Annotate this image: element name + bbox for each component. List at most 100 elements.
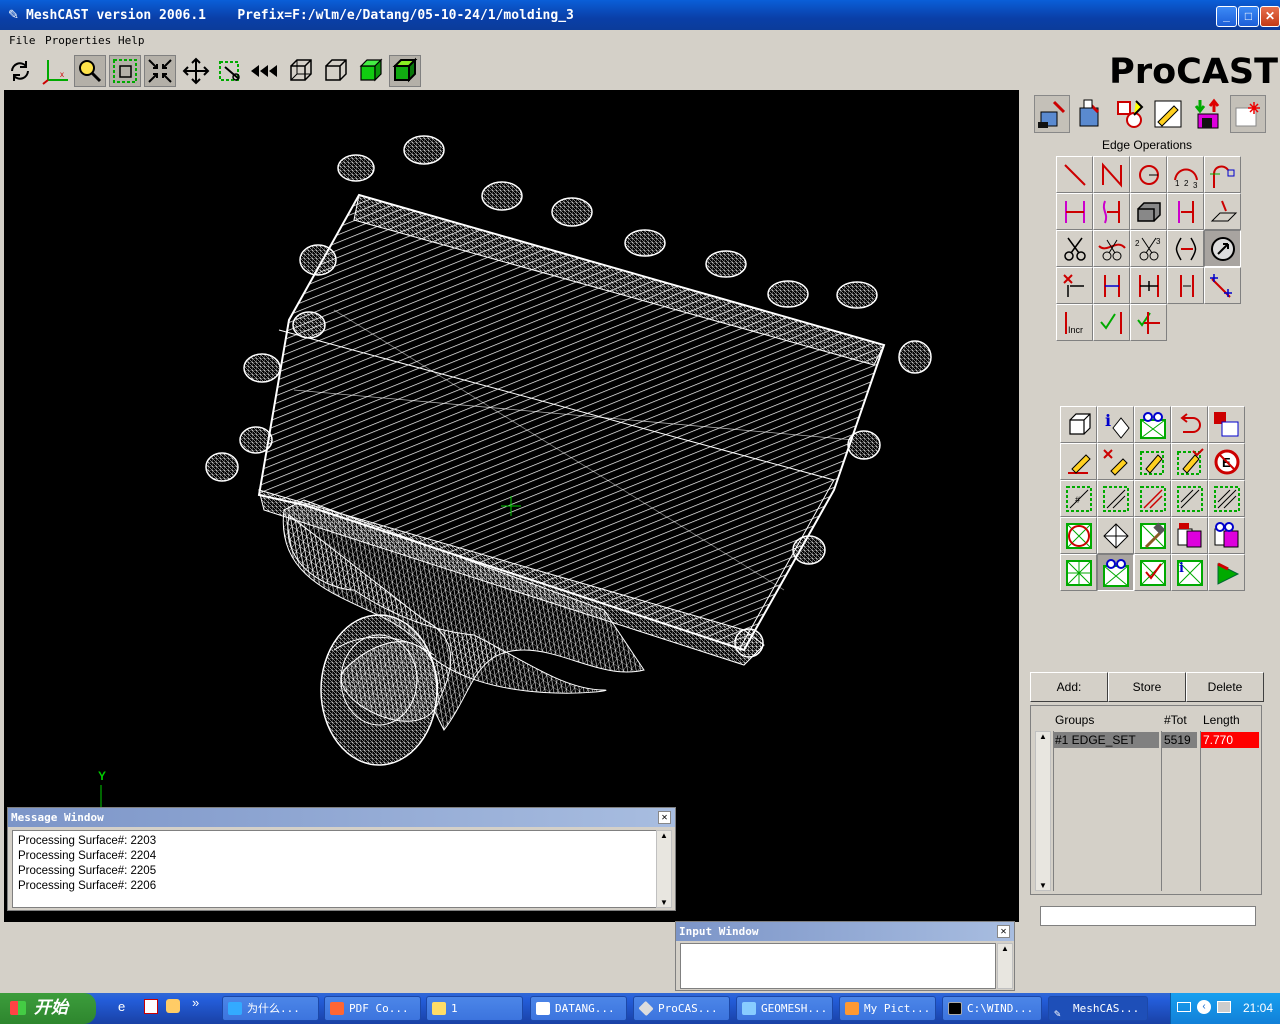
edge-check-cross-icon[interactable]	[1130, 304, 1167, 341]
edge-delete-icon[interactable]	[1056, 267, 1093, 304]
scroll-up-icon[interactable]: ▲	[998, 944, 1012, 953]
tab-geometry-icon[interactable]	[1034, 95, 1070, 133]
surface-stripe2-icon[interactable]	[1171, 480, 1208, 517]
edge-line-icon[interactable]	[1056, 156, 1093, 193]
surface-info-icon[interactable]: i	[1097, 406, 1134, 443]
surface-save-icon[interactable]	[1208, 406, 1245, 443]
task-6[interactable]: GEOMESH...	[736, 996, 833, 1021]
surface-no-mesh-icon[interactable]	[1060, 517, 1097, 554]
surface-pencil-check-icon[interactable]	[1171, 443, 1208, 480]
message-window-titlebar[interactable]: Message Window ✕	[8, 808, 675, 827]
surface-view-icon[interactable]	[1134, 406, 1171, 443]
minimize-button[interactable]: _	[1216, 6, 1237, 27]
surface-diamond-icon[interactable]	[1097, 517, 1134, 554]
hidden-box-icon[interactable]	[320, 55, 352, 87]
delete-button[interactable]: Delete	[1186, 672, 1264, 702]
tab-import-export-icon[interactable]	[1190, 95, 1226, 133]
edge-circle-icon[interactable]	[1130, 156, 1167, 193]
quick-launch-app-icon[interactable]	[166, 999, 180, 1013]
add-button[interactable]: Add:	[1030, 672, 1108, 702]
pan-icon[interactable]	[180, 55, 212, 87]
edge-split-icon[interactable]	[1056, 193, 1093, 230]
scroll-up-icon[interactable]: ▲	[657, 831, 671, 840]
surface-play-icon[interactable]	[1208, 554, 1245, 591]
task-5[interactable]: ProCAS...	[633, 996, 730, 1021]
surface-pencil-delete-icon[interactable]	[1097, 443, 1134, 480]
tab-mesh-icon[interactable]	[1072, 95, 1108, 133]
edge-reverse-icon[interactable]	[1167, 267, 1204, 304]
message-scrollbar[interactable]: ▲ ▼	[656, 830, 672, 908]
close-button[interactable]: ✕	[1260, 6, 1280, 27]
task-1[interactable]: 为什么...	[222, 996, 319, 1021]
edge-join-icon[interactable]	[1093, 267, 1130, 304]
surface-hash1-icon[interactable]: #	[1060, 480, 1097, 517]
surface-pencil-icon[interactable]	[1060, 443, 1097, 480]
rotate-icon[interactable]	[4, 55, 36, 87]
edge-divide-icon[interactable]	[1130, 267, 1167, 304]
edge-merge-icon[interactable]	[1167, 193, 1204, 230]
surface-mesh-check-icon[interactable]	[1134, 554, 1171, 591]
message-window-close-icon[interactable]: ✕	[658, 811, 671, 824]
surface-mesh-icon[interactable]	[1060, 554, 1097, 591]
tray-back-icon[interactable]: ‹	[1197, 1000, 1211, 1014]
command-input[interactable]	[1040, 906, 1256, 926]
tab-edit-icon[interactable]	[1112, 95, 1148, 133]
shaded-box-icon[interactable]	[355, 55, 387, 87]
maximize-button[interactable]: □	[1238, 6, 1259, 27]
scroll-down-icon[interactable]: ▼	[657, 898, 671, 907]
menu-file[interactable]: File	[9, 34, 36, 47]
edge-cut-curve-icon[interactable]	[1093, 230, 1130, 267]
input-window-titlebar[interactable]: Input Window ✕	[676, 922, 1014, 941]
task-7[interactable]: My Pict...	[839, 996, 936, 1021]
quick-launch-ie-icon[interactable]: e	[118, 999, 125, 1014]
fit-icon[interactable]	[144, 55, 176, 87]
shaded-edges-box-icon[interactable]	[389, 55, 421, 87]
edge-cut-icon[interactable]	[1056, 230, 1093, 267]
select-icon[interactable]	[215, 55, 247, 87]
rewind-icon[interactable]	[249, 55, 281, 87]
zoom-icon[interactable]	[74, 55, 106, 87]
table-row[interactable]: #1 EDGE_SET 5519 7.770	[1053, 732, 1259, 748]
surface-undo-icon[interactable]	[1171, 406, 1208, 443]
menu-properties[interactable]: Properties	[45, 34, 111, 47]
surface-copy-icon[interactable]	[1171, 517, 1208, 554]
input-area[interactable]	[680, 943, 996, 989]
keyboard-icon[interactable]	[1177, 1002, 1191, 1012]
surface-stripe3-icon[interactable]	[1208, 480, 1245, 517]
axes-icon[interactable]: x	[40, 55, 72, 87]
surface-view-copy-icon[interactable]	[1208, 517, 1245, 554]
input-scrollbar[interactable]: ▲	[997, 943, 1013, 989]
surface-no-edit-icon[interactable]: E	[1208, 443, 1245, 480]
quick-launch-more-icon[interactable]: »	[192, 995, 199, 1010]
edge-orient-icon[interactable]	[1204, 230, 1241, 267]
surface-pencil-frame-icon[interactable]	[1134, 443, 1171, 480]
edge-cut-numbered-icon[interactable]: 23	[1130, 230, 1167, 267]
task-4[interactable]: DATANG...	[530, 996, 627, 1021]
zoom-box-icon[interactable]	[109, 55, 141, 87]
edge-increment-icon[interactable]: Incr	[1056, 304, 1093, 341]
task-3[interactable]: 1	[426, 996, 523, 1021]
surface-hash2-icon[interactable]	[1097, 480, 1134, 517]
edge-extrude-icon[interactable]	[1130, 193, 1167, 230]
wire-box-icon[interactable]	[285, 55, 317, 87]
surface-cube-icon[interactable]	[1060, 406, 1097, 443]
network-icon[interactable]	[1217, 1001, 1231, 1013]
edge-project-icon[interactable]	[1204, 193, 1241, 230]
edge-check-icon[interactable]	[1093, 304, 1130, 341]
edge-bracket-icon[interactable]	[1167, 230, 1204, 267]
tab-sparkle-icon[interactable]	[1230, 95, 1266, 133]
task-2[interactable]: PDF Co...	[324, 996, 421, 1021]
scroll-down-icon[interactable]: ▼	[1036, 881, 1050, 890]
quick-launch-pdf-icon[interactable]	[144, 999, 158, 1014]
edge-polyline-icon[interactable]	[1093, 156, 1130, 193]
surface-mesh-view-icon[interactable]	[1097, 554, 1134, 591]
tab-draw-icon[interactable]	[1150, 95, 1186, 133]
menu-help[interactable]: Help	[118, 34, 145, 47]
task-9[interactable]: ✎ MeshCAS...	[1048, 996, 1148, 1021]
surface-stripe-icon[interactable]	[1134, 480, 1171, 517]
edge-arc3-icon[interactable]: 123	[1167, 156, 1204, 193]
scroll-up-icon[interactable]: ▲	[1036, 732, 1050, 741]
task-8[interactable]: C:\WIND...	[942, 996, 1042, 1021]
edge-node-icon[interactable]	[1204, 267, 1241, 304]
surface-hammer-icon[interactable]	[1134, 517, 1171, 554]
